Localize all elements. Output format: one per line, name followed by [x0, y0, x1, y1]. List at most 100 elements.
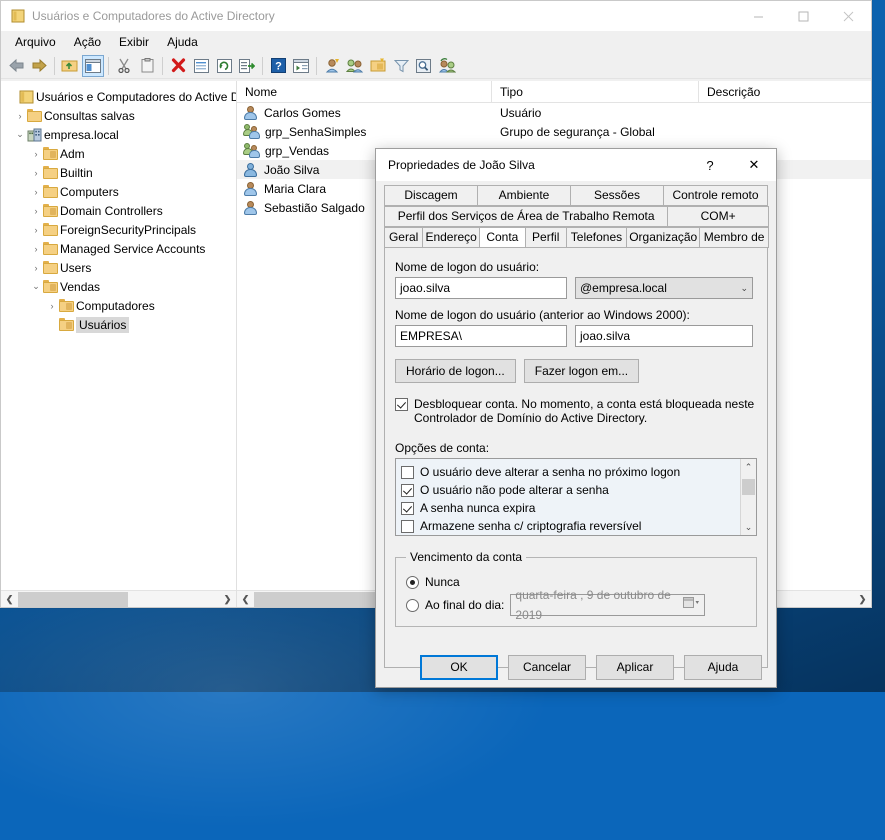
calendar-icon[interactable] — [683, 595, 700, 615]
tab-telefones[interactable]: Telefones — [566, 227, 627, 248]
tree-node-users[interactable]: › Users — [1, 258, 236, 277]
back-icon[interactable] — [5, 55, 27, 77]
column-header-nome[interactable]: Nome — [237, 81, 492, 103]
expiration-never-radio[interactable] — [406, 576, 419, 589]
new-group-icon[interactable] — [344, 55, 366, 77]
close-icon[interactable]: ✕ — [732, 149, 776, 181]
chevron-right-icon[interactable]: › — [29, 187, 43, 197]
minimize-icon[interactable] — [736, 1, 781, 31]
tab-ambiente[interactable]: Ambiente — [477, 185, 571, 206]
tree-node-empresa-local[interactable]: ⌄ empresa.local — [1, 125, 236, 144]
tree-node-domain-controllers[interactable]: › Domain Controllers — [1, 201, 236, 220]
chevron-right-icon[interactable]: › — [29, 225, 43, 235]
list-item[interactable]: Armazene senha c/ criptografia reversíve… — [396, 517, 756, 535]
option-password-never-expires-checkbox[interactable] — [401, 502, 414, 515]
cancel-button[interactable]: Cancelar — [508, 655, 586, 680]
tab-geral[interactable]: Geral — [384, 227, 423, 248]
menu-item-ajuda[interactable]: Ajuda — [159, 33, 206, 51]
account-options-listbox[interactable]: O usuário deve alterar a senha no próxim… — [395, 458, 757, 536]
scroll-thumb[interactable] — [742, 479, 755, 495]
tree-node-computadores[interactable]: › Computadores — [1, 296, 236, 315]
logon-hours-button[interactable]: Horário de logon... — [395, 359, 516, 383]
scroll-left-icon[interactable]: ❮ — [1, 594, 18, 605]
tab-conta[interactable]: Conta — [479, 227, 526, 248]
table-row[interactable]: Carlos Gomes Usuário — [237, 103, 871, 122]
scroll-right-icon[interactable]: ❯ — [854, 594, 871, 605]
list-item[interactable]: O usuário não pode alterar a senha — [396, 481, 756, 499]
scroll-track[interactable] — [18, 591, 219, 608]
tree-horizontal-scrollbar[interactable]: ❮ ❯ — [1, 590, 236, 607]
pre2000-domain-input[interactable]: EMPRESA\ — [395, 325, 567, 347]
filter-icon[interactable] — [390, 55, 412, 77]
tab-endereco[interactable]: Endereço — [422, 227, 480, 248]
up-folder-icon[interactable] — [59, 55, 81, 77]
tree-node-vendas[interactable]: ⌄ Vendas — [1, 277, 236, 296]
scroll-left-icon[interactable]: ❮ — [237, 594, 254, 605]
expiration-end-of-radio[interactable] — [406, 599, 419, 612]
chevron-right-icon[interactable]: › — [13, 111, 27, 121]
menu-item-exibir[interactable]: Exibir — [111, 33, 157, 51]
tab-organizacao[interactable]: Organização — [626, 227, 700, 248]
option-reversible-encryption-checkbox[interactable] — [401, 520, 414, 533]
scroll-up-icon[interactable]: ⌃ — [741, 459, 756, 475]
tab-membro-de[interactable]: Membro de — [699, 227, 769, 248]
refresh-icon[interactable] — [213, 55, 235, 77]
help-icon[interactable]: ? — [267, 55, 289, 77]
tab-perfil-servicos-area-trabalho-remota[interactable]: Perfil dos Serviços de Área de Trabalho … — [384, 206, 668, 227]
list-item[interactable]: O usuário deve alterar a senha no próxim… — [396, 463, 756, 481]
delete-icon[interactable] — [167, 55, 189, 77]
tree-node-computers[interactable]: › Computers — [1, 182, 236, 201]
help-button[interactable]: Ajuda — [684, 655, 762, 680]
tab-perfil[interactable]: Perfil — [525, 227, 567, 248]
scroll-right-icon[interactable]: ❯ — [219, 594, 236, 605]
chevron-right-icon[interactable]: › — [29, 206, 43, 216]
scroll-thumb[interactable] — [18, 592, 128, 607]
pre2000-logon-input[interactable]: joao.silva — [575, 325, 753, 347]
upn-suffix-select[interactable]: @empresa.local ⌄ — [575, 277, 753, 299]
export-list-icon[interactable] — [236, 55, 258, 77]
list-item[interactable]: A senha nunca expira — [396, 499, 756, 517]
tab-controle-remoto[interactable]: Controle remoto — [663, 185, 768, 206]
copy-icon[interactable] — [136, 55, 158, 77]
chevron-right-icon[interactable]: › — [29, 263, 43, 273]
log-on-to-button[interactable]: Fazer logon em... — [524, 359, 639, 383]
tree-node-usuarios[interactable]: Usuários — [1, 315, 236, 334]
help-icon[interactable]: ? — [688, 149, 732, 181]
chevron-down-icon[interactable]: ⌄ — [29, 281, 43, 292]
tree-node-consultas-salvas[interactable]: › Consultas salvas — [1, 106, 236, 125]
options-vertical-scrollbar[interactable]: ⌃ ⌄ — [740, 459, 756, 535]
expiration-date-picker[interactable]: quarta-feira , 9 de outubro de 2019 — [510, 594, 705, 616]
new-user-icon[interactable] — [321, 55, 343, 77]
tree-node-adm[interactable]: › Adm — [1, 144, 236, 163]
unlock-account-row[interactable]: Desbloquear conta. No momento, a conta e… — [395, 397, 757, 425]
tab-com-plus[interactable]: COM+ — [667, 206, 769, 227]
logon-name-input[interactable]: joao.silva — [395, 277, 567, 299]
tree-node-managed-service-accounts[interactable]: › Managed Service Accounts — [1, 239, 236, 258]
tree-node-root[interactable]: Usuários e Computadores do Active Dir — [1, 87, 236, 106]
tab-sessoes[interactable]: Sessões — [570, 185, 664, 206]
maximize-icon[interactable] — [781, 1, 826, 31]
cut-icon[interactable] — [113, 55, 135, 77]
find-icon[interactable] — [413, 55, 435, 77]
tree-node-builtin[interactable]: › Builtin — [1, 163, 236, 182]
tab-discagem[interactable]: Discagem — [384, 185, 478, 206]
show-console-tree-icon[interactable] — [82, 55, 104, 77]
option-must-change-password-checkbox[interactable] — [401, 466, 414, 479]
chevron-right-icon[interactable]: › — [29, 244, 43, 254]
saved-query-icon[interactable] — [436, 55, 458, 77]
column-header-tipo[interactable]: Tipo — [492, 81, 699, 103]
column-header-descricao[interactable]: Descrição — [699, 81, 871, 103]
menu-item-arquivo[interactable]: Arquivo — [7, 33, 64, 51]
forward-icon[interactable] — [28, 55, 50, 77]
option-cannot-change-password-checkbox[interactable] — [401, 484, 414, 497]
ok-button[interactable]: OK — [420, 655, 498, 680]
tree-node-foreignsecurityprincipals[interactable]: › ForeignSecurityPrincipals — [1, 220, 236, 239]
chevron-right-icon[interactable]: › — [29, 149, 43, 159]
properties-icon[interactable] — [190, 55, 212, 77]
table-row[interactable]: grp_SenhaSimples Grupo de segurança - Gl… — [237, 122, 871, 141]
unlock-account-checkbox[interactable] — [395, 398, 408, 411]
menu-item-acao[interactable]: Ação — [66, 33, 109, 51]
scroll-down-icon[interactable]: ⌄ — [741, 519, 756, 535]
new-ou-icon[interactable] — [367, 55, 389, 77]
show-action-pane-icon[interactable] — [290, 55, 312, 77]
